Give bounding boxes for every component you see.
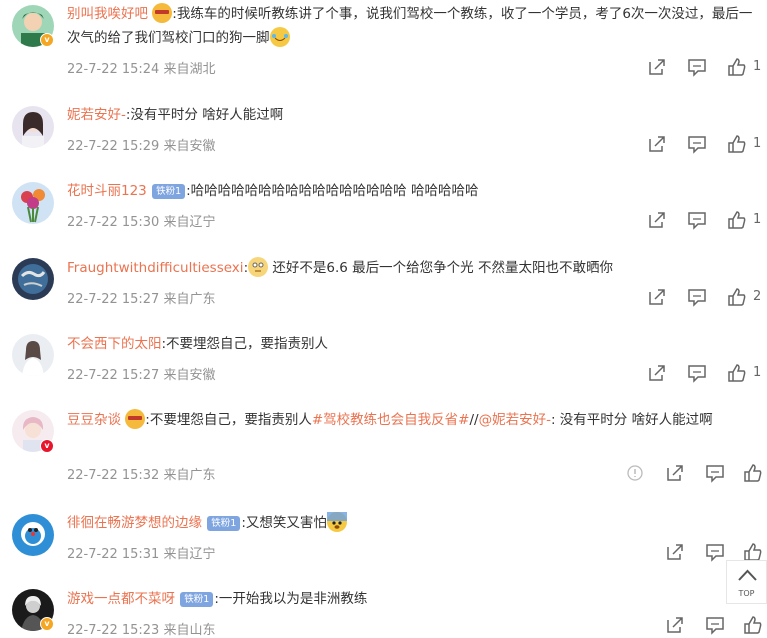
comment-text: :不要埋怨自己，要指责别人 [161,336,329,352]
like-count: 1 [753,136,762,151]
avatar[interactable] [12,258,54,300]
fan-badge: 铁粉1 [152,184,186,199]
comment-text: :又想笑又害怕 [241,515,327,531]
username[interactable]: 不会西下的太阳 [67,336,162,352]
like-icon[interactable] [726,133,748,155]
fan-badge: 铁粉1 [180,592,214,607]
like-icon[interactable] [726,56,748,78]
username[interactable]: 游戏一点都不菜呀 [67,591,175,607]
verified-badge-icon: v [40,33,54,47]
comment-icon[interactable] [704,462,726,484]
share-icon[interactable] [664,462,686,484]
username[interactable]: 花时斗丽123 [67,183,147,199]
comment-text: :一开始我以为是非洲教练 [214,591,368,607]
comment-icon[interactable] [686,56,708,78]
back-to-top-button[interactable]: TOP [726,560,767,604]
comment-text: 还好不是6.6 最后一个给您争个光 不然量太阳也不敢晒你 [268,260,613,276]
like-icon[interactable] [726,209,748,231]
verified-badge-icon: v [40,617,54,631]
comment-icon[interactable] [686,133,708,155]
comment-meta: 22-7-22 15:24 来自湖北 [67,62,216,77]
thinking-emoji-icon [248,257,269,277]
comment-meta: 22-7-22 15:27 来自安徽 [67,368,216,383]
share-icon[interactable] [646,362,668,384]
comment-meta: 22-7-22 15:29 来自安徽 [67,139,216,154]
username[interactable]: 别叫我唉好吧 [67,6,148,22]
verified-badge-icon: v [40,439,54,453]
like-count: 1 [753,212,762,227]
avatar[interactable] [12,514,54,556]
chevron-up-icon [738,569,757,581]
comment-icon[interactable] [686,209,708,231]
share-icon[interactable] [646,133,668,155]
share-icon[interactable] [664,541,686,563]
username[interactable]: 妮若安好- [67,107,126,123]
repost-separator: // [469,412,479,428]
mention-link[interactable]: @妮若安好- [479,412,551,428]
username[interactable]: Fraughtwithdifficultiessexi [67,260,244,276]
comment-meta: 22-7-22 15:27 来自广东 [67,292,216,307]
avatar[interactable] [12,106,54,148]
comment-meta: 22-7-22 15:31 来自辽宁 [67,547,216,562]
share-icon[interactable] [646,286,668,308]
hashtag-link[interactable]: #驾校教练也会自我反省# [312,412,470,428]
like-count: 2 [753,289,762,304]
comment-icon[interactable] [686,362,708,384]
report-icon[interactable] [624,462,646,484]
comment-text: :不要埋怨自己，要指责别人 [145,412,312,428]
back-to-top-label: TOP [738,589,755,598]
comment-text: :没有平时分 啥好人能过啊 [125,107,284,123]
comment-icon[interactable] [686,286,708,308]
like-count: 1 [753,59,762,74]
share-icon[interactable] [646,209,668,231]
comment-meta: 22-7-22 15:23 来自山东 [67,623,216,638]
username[interactable]: 徘徊在畅游梦想的边缘 [67,515,202,531]
cool-emoji-icon [125,409,146,429]
comment-meta: 22-7-22 15:32 来自广东 [67,468,216,483]
comment-icon[interactable] [704,541,726,563]
laugh-cry-emoji-icon [269,27,290,47]
like-count: 1 [753,365,762,380]
comment-text-quoted: : 没有平时分 啥好人能过啊 [550,412,713,428]
scared-emoji-icon [326,512,347,532]
fan-badge: 铁粉1 [207,516,241,531]
avatar[interactable] [12,334,54,376]
comment-text: :哈哈哈哈哈哈哈哈哈哈哈哈哈哈哈哈 哈哈哈哈哈 [186,183,479,199]
username[interactable]: 豆豆杂谈 [67,412,121,428]
comment-meta: 22-7-22 15:30 来自辽宁 [67,215,216,230]
avatar[interactable] [12,182,54,224]
share-icon[interactable] [646,56,668,78]
like-icon[interactable] [726,286,748,308]
like-icon[interactable] [726,362,748,384]
like-icon[interactable] [742,462,764,484]
cool-emoji-icon [152,3,173,23]
